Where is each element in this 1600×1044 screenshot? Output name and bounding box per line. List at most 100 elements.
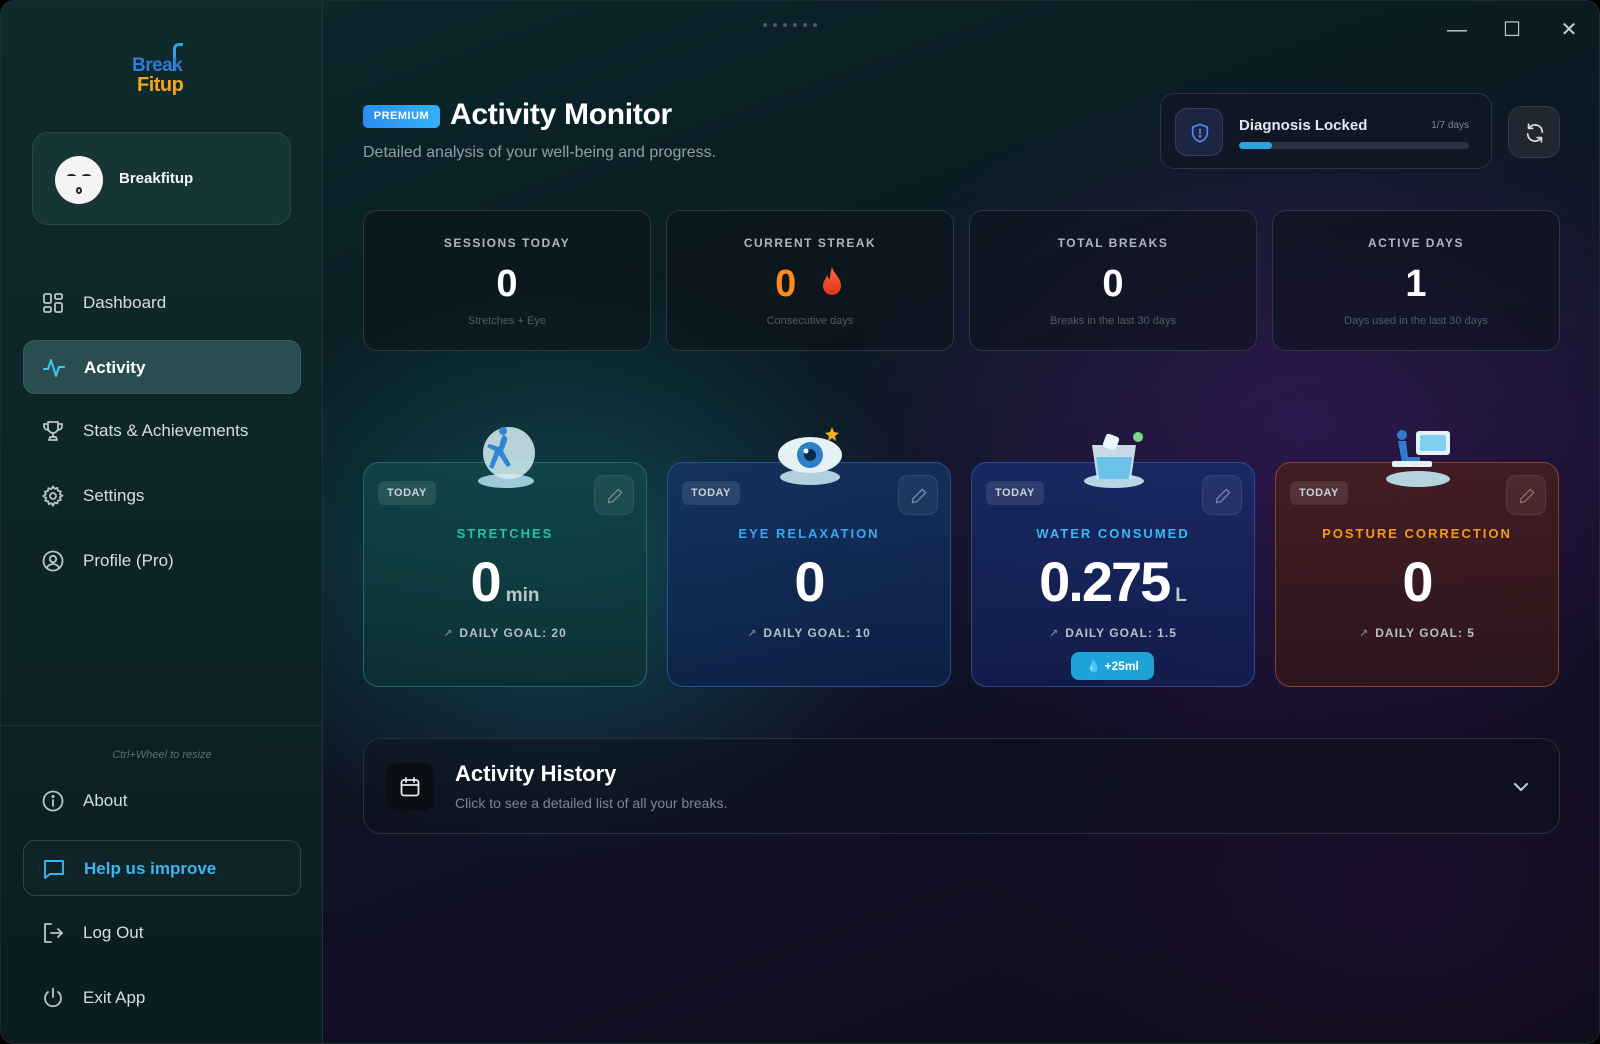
activity-card-eye-relaxation[interactable]: TODAY EYE RELAXATION 0 ↗ DAILY GOAL: 10 (667, 462, 951, 687)
stat-label: ACTIVE DAYS (1367, 236, 1465, 250)
activity-title: STRETCHES (456, 526, 554, 541)
stat-card-active-days: ACTIVE DAYS 1 Days used in the last 30 d… (1272, 210, 1560, 351)
shield-icon (1175, 108, 1223, 156)
flame-icon (822, 267, 841, 295)
diagnosis-card[interactable]: Diagnosis Locked 1/7 days (1160, 93, 1492, 169)
activity-goal: ↗ DAILY GOAL: 20 (364, 626, 646, 640)
streak-number: 0 (775, 263, 797, 305)
sidebar-item-label: Stats & Achievements (83, 421, 249, 440)
sidebar-divider (1, 725, 323, 726)
about-label: About (83, 791, 128, 810)
chevron-down-icon[interactable] (1509, 775, 1533, 799)
edit-button[interactable] (1506, 475, 1546, 515)
today-badge: TODAY (986, 481, 1044, 505)
profile-name: Breakfitup (119, 170, 194, 187)
diagnosis-progress-bar (1239, 142, 1469, 149)
page-title: Activity Monitor (450, 98, 672, 131)
help-label: Help us improve (84, 859, 217, 878)
activity-card-stretches[interactable]: TODAY STRETCHES 0 min ↗ DAILY GOAL: 20 (363, 462, 647, 687)
activity-card-posture-correction[interactable]: TODAY POSTURE CORRECTION 0 ↗ DAILY GOAL: … (1275, 462, 1559, 687)
profile-card[interactable]: Breakfitup (32, 132, 291, 225)
activity-history-panel[interactable]: Activity History Click to see a detailed… (363, 738, 1560, 834)
diagnosis-title: Diagnosis Locked (1239, 117, 1368, 134)
refresh-button[interactable] (1508, 106, 1560, 158)
stat-card-current-streak: CURRENT STREAK 0 Consecutive days (666, 210, 954, 351)
activity-number: 0 (794, 550, 825, 613)
sidebar: Break Fitup Breakfitup Dashboard Activit… (1, 1, 323, 1043)
today-badge: TODAY (1290, 481, 1348, 505)
activity-title: POSTURE CORRECTION (1322, 526, 1512, 541)
activity-value: 0 (1276, 549, 1558, 614)
diagnosis-progress-fill (1239, 142, 1272, 149)
close-button[interactable]: ✕ (1554, 15, 1584, 45)
activity-title: WATER CONSUMED (1036, 526, 1190, 541)
chat-bubble-icon (44, 860, 64, 879)
resize-hint: Ctrl+Wheel to resize (112, 749, 212, 761)
edit-button[interactable] (594, 475, 634, 515)
goal-text: DAILY GOAL: 10 (763, 626, 871, 640)
stat-sub: Days used in the last 30 days (1344, 315, 1488, 327)
window-drag-handle[interactable] (763, 23, 817, 27)
stat-sub: Stretches + Eye (468, 315, 546, 327)
stretch-figure-icon (478, 427, 535, 488)
page-subtitle: Detailed analysis of your well-being and… (363, 144, 717, 161)
app-window: Break Fitup Breakfitup Dashboard Activit… (0, 0, 1600, 1044)
add-water-button[interactable]: 💧 +25ml (1071, 652, 1154, 680)
stat-card-sessions-today: SESSIONS TODAY 0 Stretches + Eye (363, 210, 651, 351)
sidebar-item-activity[interactable]: Activity (23, 340, 301, 394)
sidebar-item-label: Dashboard (83, 293, 167, 312)
stat-value: 1 (1405, 263, 1427, 305)
pencil-icon (911, 488, 927, 504)
droplet-icon: 💧 (1086, 659, 1102, 673)
info-icon (42, 790, 64, 812)
activity-number: 0.275 (1039, 550, 1171, 613)
sidebar-item-settings[interactable]: Settings (23, 469, 301, 523)
activity-goal: ↗ DAILY GOAL: 10 (668, 626, 950, 640)
gear-icon (41, 484, 64, 508)
activity-card-water-consumed[interactable]: TODAY WATER CONSUMED 0.275 L ↗ DAILY GOAL:… (971, 462, 1255, 687)
activity-number: 0 (1402, 550, 1433, 613)
help-us-improve-button[interactable]: Help us improve (23, 840, 301, 896)
activity-title: EYE RELAXATION (738, 526, 880, 541)
stat-label: SESSIONS TODAY (443, 236, 571, 250)
activity-goal: ↗ DAILY GOAL: 5 (1276, 626, 1558, 640)
edit-button[interactable] (1202, 475, 1242, 515)
activity-unit: L (1175, 585, 1187, 606)
maximize-button[interactable]: ☐ (1497, 15, 1527, 45)
activity-number: 0 (470, 550, 502, 613)
stat-label: TOTAL BREAKS (1057, 236, 1169, 250)
stat-sub: Consecutive days (766, 315, 854, 327)
goal-text: DAILY GOAL: 20 (459, 626, 567, 640)
today-badge: TODAY (682, 481, 740, 505)
logo-text-fitup: Fitup (137, 74, 184, 96)
sidebar-item-dashboard[interactable]: Dashboard (23, 276, 301, 330)
exit-app-label: Exit App (83, 988, 146, 1007)
app-logo: Break Fitup (129, 41, 197, 103)
stat-sub: Breaks in the last 30 days (1050, 315, 1176, 327)
activity-pulse-icon (43, 359, 65, 377)
posture-desk-icon (1386, 430, 1450, 487)
sidebar-item-label: Profile (Pro) (83, 551, 174, 570)
pencil-icon (1215, 488, 1231, 504)
edit-button[interactable] (898, 475, 938, 515)
history-subtitle: Click to see a detailed list of all your… (455, 795, 728, 811)
trophy-icon (43, 421, 63, 441)
exit-app-button[interactable]: Exit App (23, 971, 301, 1025)
pencil-icon (607, 488, 623, 504)
trend-up-icon: ↗ (443, 628, 454, 640)
eye-icon (778, 427, 842, 485)
activity-goal: ↗ DAILY GOAL: 1.5 (972, 626, 1254, 640)
sidebar-item-profile[interactable]: Profile (Pro) (23, 534, 301, 588)
avatar (55, 156, 103, 204)
power-icon (44, 987, 62, 1008)
minimize-button[interactable]: — (1442, 15, 1472, 45)
stat-label: CURRENT STREAK (743, 236, 877, 250)
log-out-button[interactable]: Log Out (23, 906, 301, 960)
stat-value: 0 (1102, 263, 1124, 305)
about-button[interactable]: About (23, 774, 301, 828)
sidebar-item-stats[interactable]: Stats & Achievements (23, 404, 301, 458)
refresh-icon (1526, 123, 1544, 143)
calendar-icon (386, 763, 434, 811)
stat-value-streak: 0 (667, 263, 953, 306)
today-badge: TODAY (378, 481, 436, 505)
